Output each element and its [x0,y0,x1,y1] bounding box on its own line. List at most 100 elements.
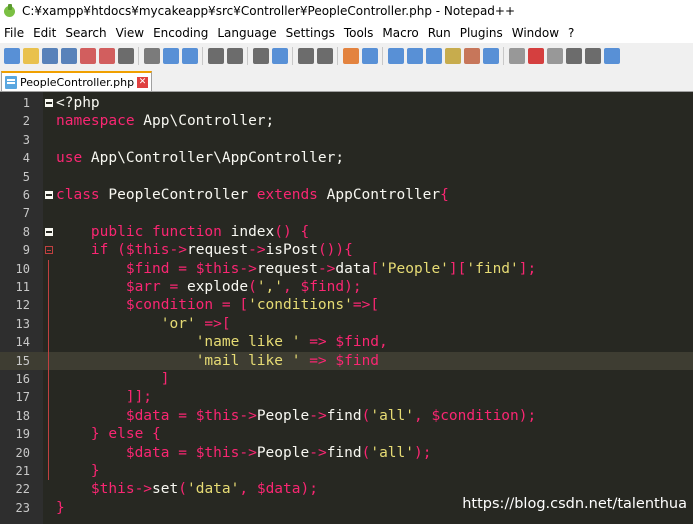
code-line[interactable]: 14 'name like ' => $find, [0,333,693,351]
code-text: } [90,463,100,479]
code-line[interactable]: 10 $find = $this->request->data['People'… [0,260,693,278]
toolbar-separator [503,46,504,65]
fold-toggle-icon[interactable] [45,99,53,107]
close-tab-icon[interactable]: ✕ [137,76,149,88]
fold-range-marker [48,259,49,481]
code-line[interactable]: 16 ] [0,370,693,388]
toolbar-separator [337,46,338,65]
line-number: 23 [15,500,30,515]
run-macro-multiple-icon[interactable] [584,47,601,64]
code-text: $data = $this->People->find('all'); [125,444,432,461]
monitoring-icon[interactable] [508,47,525,64]
toolbar-separator [138,46,139,65]
function-list-icon[interactable] [463,47,480,64]
menu-language[interactable]: Language [213,26,281,40]
code-text: ] [160,371,170,387]
replace-icon[interactable] [271,47,288,64]
menu-macro[interactable]: Macro [378,26,423,40]
line-number: 18 [15,408,30,423]
menu-edit[interactable]: Edit [29,26,61,40]
code-line[interactable]: 3 [0,131,693,149]
line-number: 4 [22,151,30,166]
close-all-icon[interactable] [98,47,115,64]
save-all-icon[interactable] [60,47,77,64]
code-line[interactable]: 7 [0,204,693,222]
line-number: 22 [15,482,30,497]
sync-v-icon[interactable] [342,47,359,64]
line-number: 7 [22,206,30,221]
code-line[interactable]: 12 $condition = ['conditions'=>[ [0,296,693,314]
code-line[interactable]: 18 $data = $this->People->find('all', $c… [0,407,693,425]
line-number: 10 [15,261,30,276]
find-icon[interactable] [252,47,269,64]
code-line[interactable]: 20 $data = $this->People->find('all'); [0,444,693,462]
menu-help[interactable]: ? [564,26,579,40]
code-line[interactable]: 11 $arr = explode(',', $find); [0,278,693,296]
code-line[interactable]: 6 class PeopleController extends AppContr… [0,186,693,204]
open-file-icon[interactable] [22,47,39,64]
menu-search[interactable]: Search [61,26,111,40]
play-macro-icon[interactable] [565,47,582,64]
code-text: public function index() { [90,223,310,240]
line-number: 20 [15,445,30,460]
code-text: $find = $this->request->data['People']['… [125,260,537,277]
code-line[interactable]: 21 } [0,462,693,480]
code-line[interactable]: 4 use App\Controller\AppController; [0,149,693,167]
zoom-out-icon[interactable] [316,47,333,64]
menu-plugins[interactable]: Plugins [456,26,508,40]
undo-icon[interactable] [207,47,224,64]
fold-toggle-icon[interactable] [45,246,53,255]
line-number: 2 [22,114,30,129]
code-line[interactable]: 5 [0,168,693,186]
new-file-icon[interactable] [3,47,20,64]
fold-toggle-icon[interactable] [45,191,53,199]
code-text: } [56,499,65,516]
menu-encoding[interactable]: Encoding [149,26,213,40]
zoom-in-icon[interactable] [297,47,314,64]
word-wrap-icon[interactable] [387,47,404,64]
copy-icon[interactable] [162,47,179,64]
code-line[interactable]: 9 if ($this->request->isPost()){ [0,241,693,259]
code-line[interactable]: 2 namespace App\Controller; [0,112,693,130]
tab-people-controller[interactable]: PeopleController.php ✕ [1,71,153,91]
cut-icon[interactable] [143,47,160,64]
code-line[interactable]: 13 'or' =>[ [0,315,693,333]
save-icon[interactable] [41,47,58,64]
toolbar-separator [382,46,383,65]
code-line[interactable]: 15 'mail like ' => $find [0,351,693,370]
show-all-chars-icon[interactable] [406,47,423,64]
redo-icon[interactable] [226,47,243,64]
sync-h-icon[interactable] [361,47,378,64]
folder-workspace-icon[interactable] [482,47,499,64]
menu-view[interactable]: View [112,26,149,40]
menu-file[interactable]: File [0,26,29,40]
toolbar [0,43,693,68]
code-text: namespace App\Controller; [56,113,275,130]
code-editor[interactable]: 1 <?php 2 namespace App\Controller; 3 4 use Ap… [0,92,693,524]
code-line[interactable]: 19 } else { [0,425,693,443]
code-line[interactable]: 1 <?php [0,94,693,112]
paste-icon[interactable] [181,47,198,64]
menu-tools[interactable]: Tools [340,26,379,40]
line-number: 12 [15,298,30,313]
stop-record-icon[interactable] [546,47,563,64]
close-icon[interactable] [79,47,96,64]
print-icon[interactable] [117,47,134,64]
menu-run[interactable]: Run [424,26,456,40]
toolbar-separator [247,46,248,65]
code-text: if ($this->request->isPost()){ [90,242,353,259]
menu-window[interactable]: Window [508,26,564,40]
record-macro-icon[interactable] [527,47,544,64]
code-text: $arr = explode(',', $find); [125,279,362,295]
menu-settings[interactable]: Settings [282,26,340,40]
doc-map-icon[interactable] [444,47,461,64]
title-bar: C:¥xampp¥htdocs¥mycakeapp¥src¥Controller… [0,0,693,22]
indent-guide-icon[interactable] [425,47,442,64]
window-title: C:¥xampp¥htdocs¥mycakeapp¥src¥Controller… [22,4,516,18]
line-number: 5 [22,169,30,184]
code-line[interactable]: 17 ]]; [0,388,693,406]
fold-toggle-icon[interactable] [45,227,53,236]
save-macro-icon[interactable] [603,47,620,64]
code-line[interactable]: 8 public function index() { [0,223,693,241]
line-number: 11 [15,280,30,294]
